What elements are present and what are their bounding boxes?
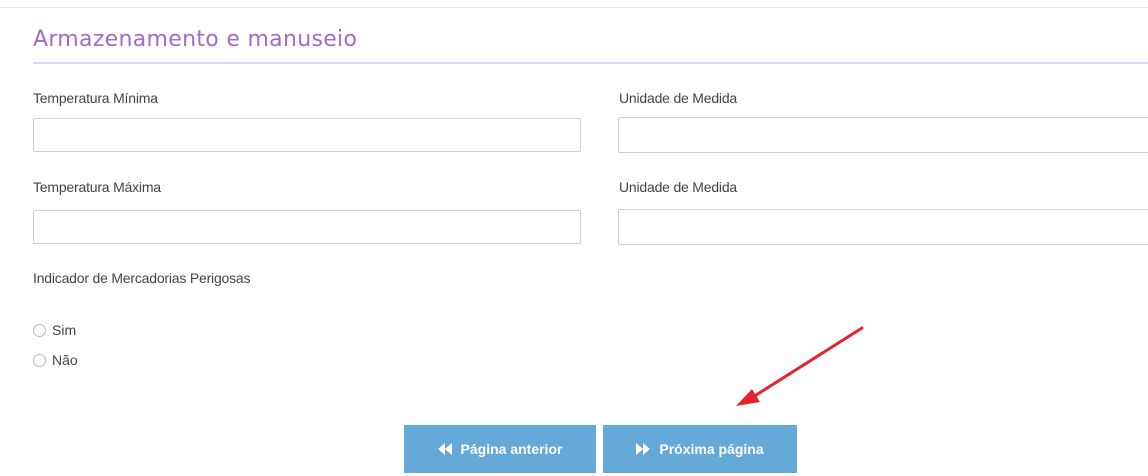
temp-max-label: Temperatura Máxima (33, 179, 161, 195)
previous-page-label: Página anterior (460, 441, 563, 457)
section-underline (33, 62, 1148, 64)
unit-max-select[interactable] (618, 209, 1148, 245)
radio-sim-label: Sim (52, 322, 77, 338)
double-chevron-left-icon (437, 443, 452, 455)
temp-min-input[interactable] (33, 118, 581, 152)
unit-max-label: Unidade de Medida (619, 179, 738, 195)
unit-min-label: Unidade de Medida (619, 90, 738, 106)
previous-page-button[interactable]: Página anterior (404, 425, 596, 473)
radio-sim-circle[interactable] (33, 323, 46, 337)
radio-nao-circle[interactable] (33, 353, 46, 367)
radio-option-sim[interactable]: Sim (33, 322, 76, 338)
next-page-button[interactable]: Próxima página (603, 425, 797, 473)
unit-min-select[interactable] (618, 117, 1148, 153)
temp-min-label: Temperatura Mínima (33, 90, 158, 106)
double-chevron-right-icon (636, 443, 651, 455)
dangerous-goods-label: Indicador de Mercadorias Perigosas (33, 270, 251, 286)
radio-option-nao[interactable]: Não (33, 352, 78, 368)
radio-nao-label: Não (52, 352, 78, 368)
section-title: Armazenamento e manuseio (33, 27, 358, 52)
temp-max-input[interactable] (33, 210, 581, 244)
top-divider (0, 7, 1148, 8)
next-page-label: Próxima página (659, 441, 764, 457)
